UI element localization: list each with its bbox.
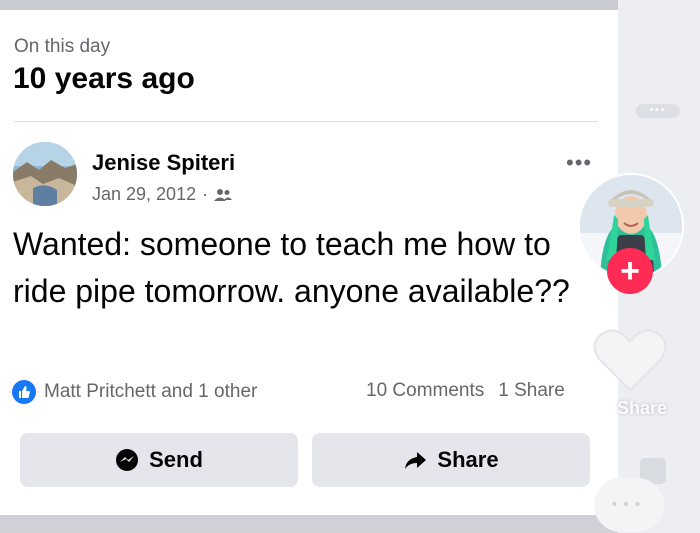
engagement-counts: 10 Comments 1 Share [366,380,565,402]
share-label: Share [437,447,499,472]
follow-plus-button[interactable]: + [607,248,653,294]
avatar-image [13,142,77,206]
share-arrow-icon [405,452,427,469]
bottom-strip [0,515,620,533]
like-icon [12,380,36,404]
divider [14,121,598,122]
post-meta: Jan 29, 2012 · [92,184,233,205]
reactions-summary[interactable]: Matt Pritchett and 1 other [12,380,257,404]
comments-count[interactable]: 10 Comments [366,380,484,402]
shares-count[interactable]: 1 Share [498,380,565,402]
author-avatar[interactable] [13,142,77,206]
gutter-more-icon[interactable]: ••• [636,104,680,118]
reactions-text: Matt Pritchett and 1 other [44,381,258,402]
top-strip [0,0,620,10]
post-text: Wanted: someone to teach me how to ride … [13,226,570,309]
memory-label: On this day [14,36,111,57]
heart-icon[interactable] [592,326,668,394]
post-date[interactable]: Jan 29, 2012 [92,184,196,205]
post-more-button[interactable]: ••• [566,150,592,176]
meta-separator: · [202,184,209,204]
share-button[interactable]: Share [312,433,590,487]
messenger-icon [116,449,139,471]
author-name[interactable]: Jenise Spiteri [92,150,235,176]
friends-icon [214,188,233,201]
send-label: Send [149,447,203,472]
send-button[interactable]: Send [20,433,298,487]
overlay-share-label[interactable]: Share [617,398,667,419]
overlay-more-button[interactable]: ••• [594,478,664,532]
memory-title: 10 years ago [13,62,195,95]
